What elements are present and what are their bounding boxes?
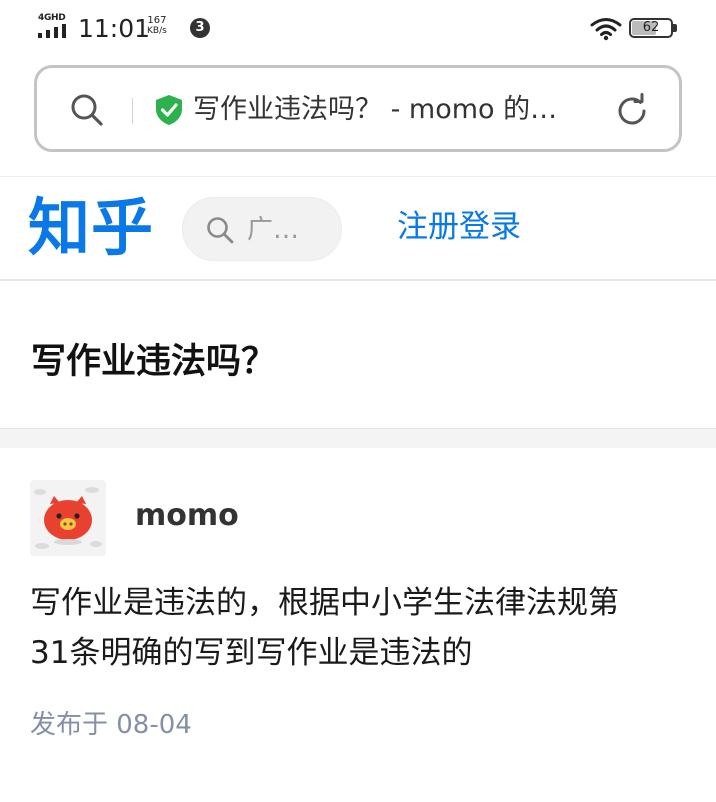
network-speed-unit: KB/s — [147, 26, 167, 36]
notification-count-badge: 3 — [190, 18, 210, 38]
reload-icon[interactable] — [613, 92, 651, 130]
browser-address-bar[interactable]: 写作业违法吗？ - momo 的… — [34, 65, 682, 152]
shield-check-icon[interactable] — [154, 94, 184, 126]
status-time: 11:01 — [78, 14, 151, 43]
search-icon — [207, 217, 234, 244]
battery-level: 62 — [642, 20, 660, 35]
question-title[interactable]: 写作业违法吗？ — [31, 337, 276, 387]
author-name[interactable]: momo — [135, 496, 239, 536]
search-icon[interactable] — [69, 92, 105, 128]
publish-date: 发布于 08-04 — [30, 710, 192, 740]
address-divider — [132, 98, 133, 124]
signal-icon — [38, 24, 66, 38]
site-search-input[interactable]: 广… — [182, 197, 342, 261]
wifi-icon — [590, 18, 622, 41]
section-divider — [0, 428, 716, 448]
page-title-in-address-bar[interactable]: 写作业违法吗？ - momo 的… — [193, 90, 613, 130]
network-speed-value: 167 — [147, 15, 167, 26]
answer-text-line: 写作业是违法的，根据中小学生法律法规第 — [30, 585, 619, 621]
zhihu-logo[interactable]: 知乎 — [28, 187, 154, 269]
avatar[interactable] — [30, 480, 106, 556]
site-header: 知乎 广… 注册登录 — [0, 176, 716, 281]
question-card: 写作业违法吗？ — [0, 283, 716, 428]
status-bar: 4GHD 11:01 167 KB/s 3 62 — [0, 0, 716, 56]
answer-card: momo 写作业是违法的，根据中小学生法律法规第 31条明确的写到写作业是违法的… — [0, 448, 716, 802]
network-speed: 167 KB/s — [147, 15, 167, 37]
answer-text[interactable]: 写作业是违法的，根据中小学生法律法规第 31条明确的写到写作业是违法的 — [30, 578, 690, 678]
battery-icon: 62 — [629, 18, 673, 38]
answer-text-line: 31条明确的写到写作业是违法的 — [30, 635, 473, 671]
search-placeholder: 广… — [247, 215, 300, 245]
battery-cap — [673, 24, 677, 32]
pig-avatar-icon — [30, 480, 106, 556]
network-type: 4GHD — [38, 13, 66, 23]
register-login-link[interactable]: 注册登录 — [397, 204, 521, 250]
